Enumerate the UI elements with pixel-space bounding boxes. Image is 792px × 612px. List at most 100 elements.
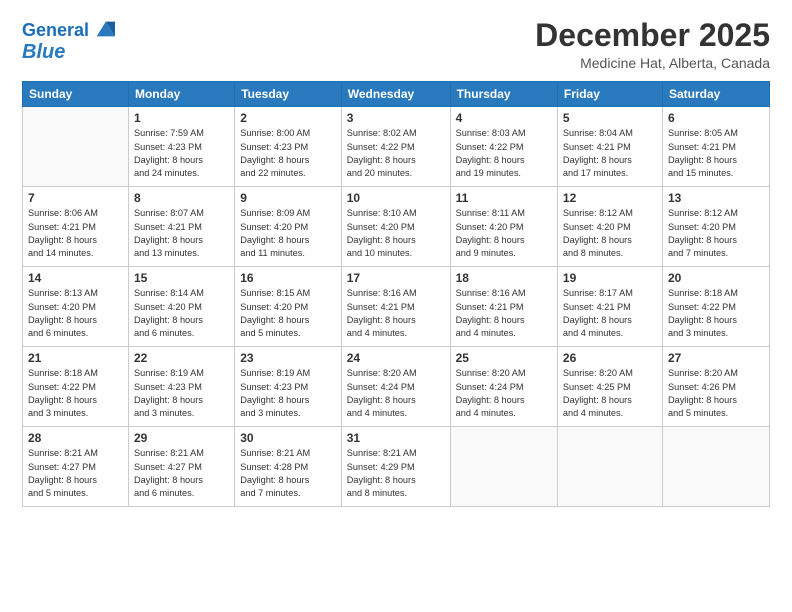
logo-text-blue: Blue [22,42,65,62]
calendar-week-row: 21 Sunrise: 8:18 AM Sunset: 4:22 PM Dayli… [23,347,770,427]
calendar-cell: 2 Sunrise: 8:00 AM Sunset: 4:23 PM Daylig… [235,107,342,187]
day-number: 17 [347,271,445,285]
day-info: Sunrise: 8:19 AM Sunset: 4:23 PM Dayligh… [134,367,229,420]
weekday-header-monday: Monday [128,82,234,107]
day-info: Sunrise: 8:15 AM Sunset: 4:20 PM Dayligh… [240,287,336,340]
calendar-cell [450,427,557,507]
calendar-cell: 12 Sunrise: 8:12 AM Sunset: 4:20 PM Dayli… [557,187,662,267]
day-info: Sunrise: 8:13 AM Sunset: 4:20 PM Dayligh… [28,287,123,340]
calendar-cell: 7 Sunrise: 8:06 AM Sunset: 4:21 PM Daylig… [23,187,129,267]
day-number: 16 [240,271,336,285]
calendar-cell: 17 Sunrise: 8:16 AM Sunset: 4:21 PM Dayli… [341,267,450,347]
day-number: 3 [347,111,445,125]
day-info: Sunrise: 8:05 AM Sunset: 4:21 PM Dayligh… [668,127,764,180]
day-number: 20 [668,271,764,285]
calendar-week-row: 7 Sunrise: 8:06 AM Sunset: 4:21 PM Daylig… [23,187,770,267]
day-number: 21 [28,351,123,365]
day-info: Sunrise: 8:14 AM Sunset: 4:20 PM Dayligh… [134,287,229,340]
day-number: 14 [28,271,123,285]
day-number: 13 [668,191,764,205]
day-info: Sunrise: 8:06 AM Sunset: 4:21 PM Dayligh… [28,207,123,260]
page: General Blue December 2025 Medicine Hat,… [0,0,792,612]
day-info: Sunrise: 8:21 AM Sunset: 4:29 PM Dayligh… [347,447,445,500]
calendar-cell: 15 Sunrise: 8:14 AM Sunset: 4:20 PM Dayli… [128,267,234,347]
day-info: Sunrise: 8:20 AM Sunset: 4:26 PM Dayligh… [668,367,764,420]
day-info: Sunrise: 8:20 AM Sunset: 4:24 PM Dayligh… [456,367,552,420]
day-number: 24 [347,351,445,365]
calendar-cell: 4 Sunrise: 8:03 AM Sunset: 4:22 PM Daylig… [450,107,557,187]
calendar-cell: 10 Sunrise: 8:10 AM Sunset: 4:20 PM Dayli… [341,187,450,267]
day-number: 12 [563,191,657,205]
day-info: Sunrise: 8:12 AM Sunset: 4:20 PM Dayligh… [563,207,657,260]
day-number: 23 [240,351,336,365]
calendar-cell: 14 Sunrise: 8:13 AM Sunset: 4:20 PM Dayli… [23,267,129,347]
day-number: 19 [563,271,657,285]
calendar-cell: 24 Sunrise: 8:20 AM Sunset: 4:24 PM Dayli… [341,347,450,427]
calendar-table: SundayMondayTuesdayWednesdayThursdayFrid… [22,81,770,507]
day-number: 30 [240,431,336,445]
weekday-header-row: SundayMondayTuesdayWednesdayThursdayFrid… [23,82,770,107]
day-info: Sunrise: 8:10 AM Sunset: 4:20 PM Dayligh… [347,207,445,260]
calendar-cell: 27 Sunrise: 8:20 AM Sunset: 4:26 PM Dayli… [662,347,769,427]
day-info: Sunrise: 8:21 AM Sunset: 4:27 PM Dayligh… [28,447,123,500]
day-number: 9 [240,191,336,205]
day-info: Sunrise: 8:19 AM Sunset: 4:23 PM Dayligh… [240,367,336,420]
month-title: December 2025 [535,18,770,53]
calendar-cell: 26 Sunrise: 8:20 AM Sunset: 4:25 PM Dayli… [557,347,662,427]
day-info: Sunrise: 8:21 AM Sunset: 4:28 PM Dayligh… [240,447,336,500]
day-number: 4 [456,111,552,125]
title-block: December 2025 Medicine Hat, Alberta, Can… [535,18,770,71]
day-number: 26 [563,351,657,365]
day-number: 29 [134,431,229,445]
day-number: 15 [134,271,229,285]
day-info: Sunrise: 8:20 AM Sunset: 4:25 PM Dayligh… [563,367,657,420]
day-info: Sunrise: 8:16 AM Sunset: 4:21 PM Dayligh… [347,287,445,340]
calendar-cell: 6 Sunrise: 8:05 AM Sunset: 4:21 PM Daylig… [662,107,769,187]
calendar-cell [23,107,129,187]
day-info: Sunrise: 8:21 AM Sunset: 4:27 PM Dayligh… [134,447,229,500]
calendar-cell: 13 Sunrise: 8:12 AM Sunset: 4:20 PM Dayli… [662,187,769,267]
calendar-cell: 25 Sunrise: 8:20 AM Sunset: 4:24 PM Dayli… [450,347,557,427]
calendar-cell: 30 Sunrise: 8:21 AM Sunset: 4:28 PM Dayli… [235,427,342,507]
day-info: Sunrise: 8:00 AM Sunset: 4:23 PM Dayligh… [240,127,336,180]
day-info: Sunrise: 8:11 AM Sunset: 4:20 PM Dayligh… [456,207,552,260]
weekday-header-saturday: Saturday [662,82,769,107]
day-number: 25 [456,351,552,365]
day-number: 8 [134,191,229,205]
day-number: 10 [347,191,445,205]
day-number: 7 [28,191,123,205]
logo-icon [93,18,115,40]
calendar-cell: 29 Sunrise: 8:21 AM Sunset: 4:27 PM Dayli… [128,427,234,507]
day-number: 27 [668,351,764,365]
day-info: Sunrise: 8:12 AM Sunset: 4:20 PM Dayligh… [668,207,764,260]
day-number: 11 [456,191,552,205]
day-info: Sunrise: 8:20 AM Sunset: 4:24 PM Dayligh… [347,367,445,420]
calendar-cell: 9Sunrise: 8:09 AM Sunset: 4:20 PM Daylig… [235,187,342,267]
day-number: 2 [240,111,336,125]
calendar-cell: 1Sunrise: 7:59 AM Sunset: 4:23 PM Daylig… [128,107,234,187]
calendar-cell: 23 Sunrise: 8:19 AM Sunset: 4:23 PM Dayli… [235,347,342,427]
weekday-header-tuesday: Tuesday [235,82,342,107]
day-info: Sunrise: 8:04 AM Sunset: 4:21 PM Dayligh… [563,127,657,180]
day-number: 1 [134,111,229,125]
day-info: Sunrise: 8:17 AM Sunset: 4:21 PM Dayligh… [563,287,657,340]
calendar-cell: 16 Sunrise: 8:15 AM Sunset: 4:20 PM Dayli… [235,267,342,347]
day-number: 5 [563,111,657,125]
weekday-header-friday: Friday [557,82,662,107]
day-info: Sunrise: 8:18 AM Sunset: 4:22 PM Dayligh… [28,367,123,420]
day-number: 28 [28,431,123,445]
calendar-week-row: 1Sunrise: 7:59 AM Sunset: 4:23 PM Daylig… [23,107,770,187]
day-number: 31 [347,431,445,445]
logo: General Blue [22,18,115,62]
weekday-header-sunday: Sunday [23,82,129,107]
calendar-cell: 22Sunrise: 8:19 AM Sunset: 4:23 PM Dayli… [128,347,234,427]
weekday-header-wednesday: Wednesday [341,82,450,107]
header: General Blue December 2025 Medicine Hat,… [22,18,770,71]
weekday-header-thursday: Thursday [450,82,557,107]
day-info: Sunrise: 8:03 AM Sunset: 4:22 PM Dayligh… [456,127,552,180]
calendar-week-row: 28 Sunrise: 8:21 AM Sunset: 4:27 PM Dayli… [23,427,770,507]
day-number: 6 [668,111,764,125]
calendar-cell: 21 Sunrise: 8:18 AM Sunset: 4:22 PM Dayli… [23,347,129,427]
day-number: 18 [456,271,552,285]
calendar-cell: 20Sunrise: 8:18 AM Sunset: 4:22 PM Dayli… [662,267,769,347]
